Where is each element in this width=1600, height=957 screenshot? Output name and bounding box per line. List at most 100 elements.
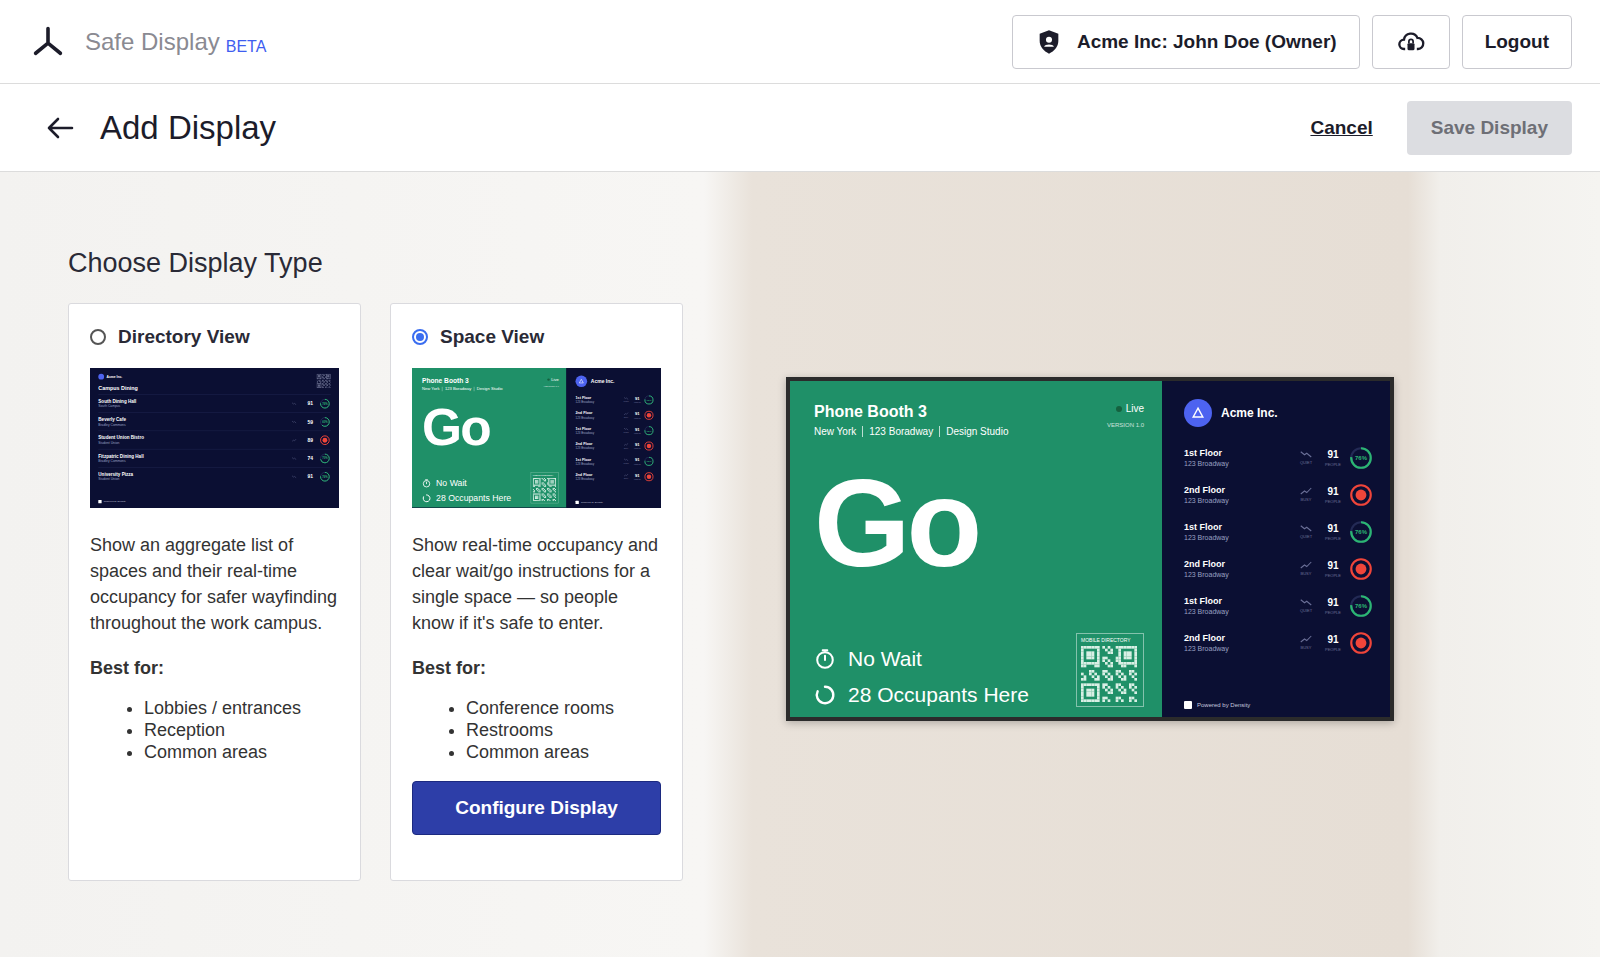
back-arrow-icon[interactable] xyxy=(44,112,76,144)
space-location: South Campus xyxy=(98,405,289,409)
best-for-label: Best for: xyxy=(412,658,661,679)
space-stats: No Wait 28 Occupants Here xyxy=(422,478,511,503)
density-logo-icon xyxy=(30,24,66,60)
trend-label: BUSY xyxy=(624,447,629,449)
floor-name: 1st Floor xyxy=(576,396,620,400)
count: 91PEOPLE xyxy=(1322,634,1344,652)
directory-row: South Dining HallSouth Campus9176% xyxy=(98,394,330,412)
powered-by: Powered by Density xyxy=(98,500,330,503)
location-part: Design Studio xyxy=(474,387,505,392)
floor-address: 123 Broadway xyxy=(576,478,620,481)
occupancy-ring-icon: 76% xyxy=(644,425,655,436)
occupant-count: 91 xyxy=(1327,523,1338,534)
trend: QUIET xyxy=(621,427,631,433)
occupancy-ring-icon: 70% xyxy=(319,452,331,464)
floor-address: 123 Broadway xyxy=(1184,460,1290,467)
display-type-option[interactable]: Directory View xyxy=(90,326,339,348)
configure-display-button[interactable]: Configure Display xyxy=(412,781,661,835)
svg-text:70%: 70% xyxy=(322,456,328,460)
floor-name: 1st Floor xyxy=(576,457,620,461)
org-name: Acme Inc. xyxy=(1221,406,1278,420)
occupancy-ring-icon: 60% xyxy=(319,416,331,428)
shield-icon xyxy=(1035,28,1063,56)
timer-icon xyxy=(422,479,431,488)
space-heading: Phone Booth 3New York123 BoradwayDesign … xyxy=(422,377,505,391)
space-header: Phone Booth 3New York123 BoradwayDesign … xyxy=(814,403,1144,437)
occupant-count: 74 xyxy=(304,455,316,461)
trend: QUIET xyxy=(1294,598,1318,613)
trend: BUSY xyxy=(621,443,631,449)
logout-button[interactable]: Logout xyxy=(1462,15,1572,69)
count-unit: PEOPLE xyxy=(634,478,641,480)
floor-name: 1st Floor xyxy=(1184,596,1290,606)
count-unit: PEOPLE xyxy=(634,432,641,434)
directory-header: Acme Inc.Campus Dining xyxy=(98,374,330,391)
space-display: Phone Booth 3New York123 BoradwayDesign … xyxy=(412,368,661,507)
verdict: Go xyxy=(814,461,1144,585)
location-part: New York xyxy=(814,426,862,437)
section-title: Choose Display Type xyxy=(68,248,683,279)
org-logo-icon xyxy=(576,375,588,387)
count: 91PEOPLE xyxy=(633,442,642,449)
floor-row: 2nd Floor123 BroadwayBUSY91PEOPLE xyxy=(576,469,655,484)
best-for-item: Common areas xyxy=(466,741,661,763)
count: 91PEOPLE xyxy=(1322,449,1344,467)
org-logo-icon xyxy=(98,374,104,380)
occupancy-ring-icon: 76% xyxy=(644,394,655,405)
save-display-button[interactable]: Save Display xyxy=(1407,101,1572,155)
floor-names: 1st Floor123 Broadway xyxy=(576,427,620,435)
space-heading: Phone Booth 3New York123 BoradwayDesign … xyxy=(814,403,1014,437)
occupancy-ring-icon xyxy=(644,471,655,482)
trend-icon xyxy=(292,475,297,478)
count: 91PEOPLE xyxy=(633,473,642,480)
location-part: Design Studio xyxy=(939,426,1014,437)
cloud-button[interactable] xyxy=(1372,15,1450,69)
trend-label: QUIET xyxy=(1300,608,1312,613)
floor-row: 2nd Floor123 BroadwayBUSY91PEOPLE xyxy=(1184,476,1374,513)
display-type-card[interactable]: Directory View Acme Inc.Campus Dining Sout… xyxy=(68,303,361,881)
radio-button[interactable] xyxy=(412,329,428,345)
display-thumbnail: Acme Inc.Campus Dining South Dining HallS… xyxy=(90,368,339,508)
occupancy-ring-icon xyxy=(1348,630,1374,656)
floor-names: 2nd Floor123 Broadway xyxy=(1184,559,1290,578)
display-type-option[interactable]: Space View xyxy=(412,326,661,348)
svg-text:76%: 76% xyxy=(1355,455,1368,461)
trend-icon xyxy=(624,397,629,400)
verdict: Go xyxy=(422,401,559,452)
live-status: LiveVERSION 1.0 xyxy=(1107,403,1144,437)
best-for-item: Lobbies / entrances xyxy=(144,697,339,719)
floor-names: 1st Floor123 Broadway xyxy=(1184,448,1290,467)
display-type-description: Show real-time occupancy and clear wait/… xyxy=(412,532,661,636)
account-button[interactable]: Acme Inc: John Doe (Owner) xyxy=(1012,15,1360,69)
radio-button[interactable] xyxy=(90,329,106,345)
count: 91PEOPLE xyxy=(633,396,642,403)
svg-text:76%: 76% xyxy=(1355,603,1368,609)
occupancy-ring-icon xyxy=(644,410,655,421)
occupancy-ring-icon: 76% xyxy=(1348,593,1374,619)
trend: BUSY xyxy=(621,412,631,418)
brand[interactable]: Safe DisplayBETA xyxy=(30,24,266,60)
row-names: Student Union BistroStudent Union xyxy=(98,435,289,445)
display-type-card[interactable]: Space View Phone Booth 3New York123 Borad… xyxy=(390,303,683,881)
occupants-text: 28 Occupants Here xyxy=(848,683,1029,707)
page-header: Add DisplayCancelSave Display xyxy=(0,84,1600,172)
wait-status: No Wait xyxy=(422,478,511,488)
floor-names: 2nd Floor123 Broadway xyxy=(1184,485,1290,504)
wait-text: No Wait xyxy=(848,647,922,671)
top-bar: Safe DisplayBETA Acme Inc: John Doe (Owne… xyxy=(0,0,1600,84)
svg-text:76%: 76% xyxy=(646,429,652,432)
occupant-count: 91 xyxy=(635,427,640,432)
trend: QUIET xyxy=(621,458,631,464)
powered-by-text: Powered by Density xyxy=(581,501,603,503)
beta-badge: BETA xyxy=(226,38,267,56)
live-status: LiveVERSION 1.0 xyxy=(544,377,559,391)
trend-icon xyxy=(624,412,629,415)
occupancy-ring-icon: 76% xyxy=(1348,445,1374,471)
floor-address: 123 Broadway xyxy=(576,416,620,419)
space-location: New York123 BoradwayDesign Studio xyxy=(422,387,505,392)
occupant-status: 28 Occupants Here xyxy=(422,493,511,503)
floor-row: 1st Floor123 BroadwayQUIET91PEOPLE76% xyxy=(576,392,655,407)
space-header: Phone Booth 3New York123 BoradwayDesign … xyxy=(422,377,559,391)
directory-display: Acme Inc.Campus Dining South Dining HallS… xyxy=(90,368,339,507)
cancel-link[interactable]: Cancel xyxy=(1310,117,1372,139)
